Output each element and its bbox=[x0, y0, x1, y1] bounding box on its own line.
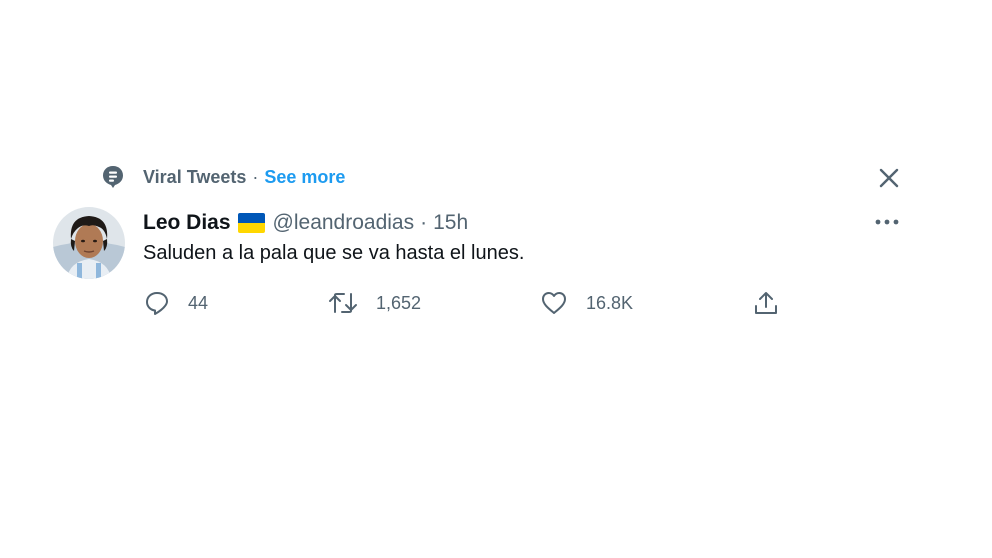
see-more-link[interactable]: See more bbox=[264, 167, 345, 188]
reply-count: 44 bbox=[188, 292, 209, 313]
context-header: Viral Tweets · See more bbox=[102, 164, 345, 190]
close-button[interactable] bbox=[876, 165, 902, 191]
retweet-count: 1,652 bbox=[376, 292, 422, 313]
reply-icon bbox=[146, 292, 168, 315]
author-name[interactable]: Leo Dias bbox=[143, 211, 231, 235]
like-button[interactable]: 16.8K bbox=[540, 289, 633, 317]
retweet-icon bbox=[329, 293, 357, 313]
close-icon bbox=[879, 168, 899, 188]
viral-tweet-card: Viral Tweets · See more Leo Dias @leandr… bbox=[0, 0, 992, 558]
heart-icon bbox=[542, 292, 566, 314]
more-icon bbox=[875, 219, 899, 225]
topic-icon bbox=[102, 165, 124, 189]
author-handle[interactable]: @leandroadias bbox=[273, 211, 415, 235]
ukraine-flag-icon bbox=[237, 213, 265, 233]
tweet-timestamp[interactable]: 15h bbox=[433, 211, 468, 235]
retweet-button[interactable]: 1,652 bbox=[328, 289, 421, 317]
reply-button[interactable]: 44 bbox=[144, 289, 208, 317]
context-separator: · bbox=[252, 166, 259, 187]
share-icon bbox=[755, 292, 777, 314]
tweet-header: Leo Dias @leandroadias · 15h bbox=[143, 209, 468, 237]
tweet-text: Saluden a la pala que se va hasta el lun… bbox=[143, 242, 525, 264]
context-label[interactable]: Viral Tweets bbox=[143, 167, 246, 188]
like-count: 16.8K bbox=[586, 292, 634, 313]
avatar[interactable] bbox=[53, 207, 125, 279]
share-button[interactable] bbox=[753, 289, 779, 317]
more-options-button[interactable] bbox=[873, 210, 901, 234]
header-separator: · bbox=[420, 211, 428, 234]
